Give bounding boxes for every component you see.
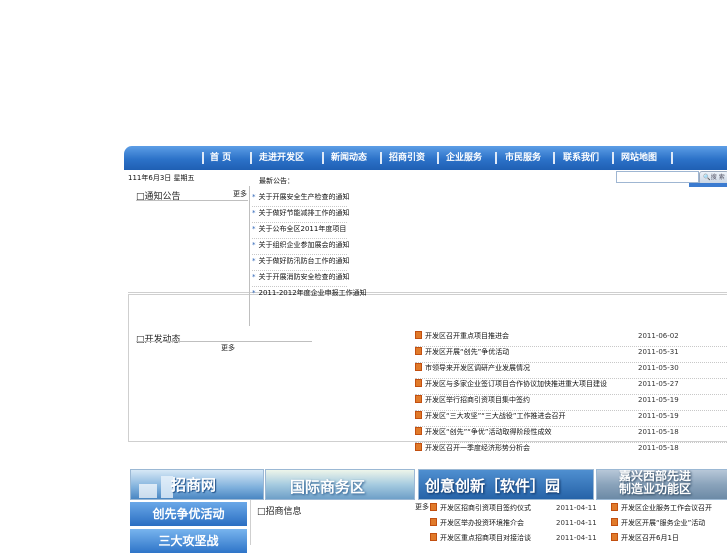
- table-row[interactable]: 市领导来开发区调研产业发展情况 2011-05-30: [415, 363, 727, 379]
- nav-separator: [380, 152, 382, 164]
- divider: [136, 341, 312, 342]
- doc-icon: [415, 411, 422, 419]
- doc-icon: [415, 347, 422, 355]
- building-graphic: [139, 484, 157, 498]
- nav-separator: [437, 152, 439, 164]
- list-item[interactable]: * 关于组织企业参加展会的通知: [252, 239, 350, 255]
- nav-separator: [202, 152, 204, 164]
- nav-enterprise-service[interactable]: 企业服务: [446, 146, 482, 170]
- doc-icon: [430, 518, 437, 526]
- nav-contact[interactable]: 联系我们: [563, 146, 599, 170]
- nav-home[interactable]: 首 页: [210, 146, 231, 170]
- divider: [250, 500, 251, 545]
- nav-separator: [553, 152, 555, 164]
- doc-icon: [415, 395, 422, 403]
- list-item[interactable]: * 关于开展消防安全检查的通知: [252, 271, 350, 287]
- nav-separator: [612, 152, 614, 164]
- nav-investment[interactable]: 招商引资: [389, 146, 425, 170]
- notice-list: * 关于开展安全生产检查的通知 * 关于做好节能减排工作的通知 * 关于公布全区201…: [252, 191, 367, 302]
- bullet-star-icon: *: [252, 289, 256, 297]
- nav-citizen-service[interactable]: 市民服务: [505, 146, 541, 170]
- news-list: 开发区召开重点项目推进会 2011-06-02 开发区开展“创先”争优活动 2011…: [415, 331, 727, 458]
- doc-icon: [415, 427, 422, 435]
- doc-icon: [611, 503, 618, 511]
- table-row[interactable]: 开发区召开一季度经济形势分析会 2011-05-18: [415, 443, 727, 458]
- list-item[interactable]: * 关于做好节能减排工作的通知: [252, 207, 350, 223]
- divider: [249, 186, 250, 326]
- banner-business-district[interactable]: 国际商务区: [265, 469, 415, 500]
- table-row[interactable]: 开发区“创先”“争优”活动取得阶段性成效 2011-05-18: [415, 427, 727, 443]
- main-nav-bar: 首 页 走进开发区 新闻动态 招商引资 企业服务 市民服务 联系我们 网站地图: [124, 146, 727, 170]
- date-line: 111年6月3日 星期五: [128, 174, 195, 182]
- list-item[interactable]: 开发区企业服务工作会议召开: [611, 503, 727, 518]
- table-row[interactable]: 开发区召开重点项目推进会 2011-06-02: [415, 331, 727, 347]
- nav-sitemap[interactable]: 网站地图: [621, 146, 657, 170]
- bullet-star-icon: *: [252, 273, 256, 281]
- search-input[interactable]: [616, 171, 699, 183]
- notice-more-link[interactable]: 更多: [233, 189, 247, 199]
- nav-about-zone[interactable]: 走进开发区: [259, 146, 304, 170]
- list-item[interactable]: 开发区召开6月1日: [611, 533, 727, 548]
- doc-icon: [611, 533, 618, 541]
- divider: [136, 200, 248, 201]
- bullet-star-icon: *: [252, 257, 256, 265]
- bullet-star-icon: *: [252, 193, 256, 201]
- investment-section-title: □招商信息: [257, 507, 302, 517]
- list-item[interactable]: * 2011-2012年度企业申报工作通知: [252, 287, 367, 302]
- table-row[interactable]: 开发区与多家企业签订项目合作协议加快推进重大项目建设 2011-05-27: [415, 379, 727, 395]
- investment-list: 开发区招商引资项目签约仪式 2011-04-11 开发区举办投资环境推介会 2011…: [430, 503, 610, 548]
- side-banner-battles[interactable]: 三大攻坚战: [130, 529, 247, 553]
- service-list: 开发区企业服务工作会议召开 开发区开展“服务企业”活动 开发区召开6月1日: [611, 503, 727, 548]
- doc-icon: [415, 379, 422, 387]
- table-row[interactable]: 开发区举行招商引资项目集中签约 2011-05-19: [415, 395, 727, 411]
- list-item[interactable]: * 关于公布全区2011年度项目: [252, 223, 347, 239]
- list-item[interactable]: * 关于开展安全生产检查的通知: [252, 191, 350, 207]
- notice-list-header: 最新公告：: [259, 177, 294, 185]
- nav-separator: [322, 152, 324, 164]
- bullet-star-icon: *: [252, 209, 256, 217]
- side-banner-campaign[interactable]: 创先争优活动: [130, 502, 247, 526]
- nav-separator: [671, 152, 673, 164]
- doc-icon: [415, 443, 422, 451]
- table-row[interactable]: 开发区举办投资环境推介会 2011-04-11: [430, 518, 610, 533]
- banner-software-park[interactable]: 创意创新［软件］园: [418, 469, 594, 500]
- doc-icon: [415, 363, 422, 371]
- investment-more-link[interactable]: 更多: [415, 502, 429, 512]
- nav-separator: [250, 152, 252, 164]
- doc-icon: [430, 503, 437, 511]
- doc-icon: [430, 533, 437, 541]
- banner-manufacturing-zone[interactable]: 嘉兴西部先进 制造业功能区: [596, 469, 727, 500]
- table-row[interactable]: 开发区开展“创先”争优活动 2011-05-31: [415, 347, 727, 363]
- doc-icon: [415, 331, 422, 339]
- nav-news[interactable]: 新闻动态: [331, 146, 367, 170]
- search-icon: 🔍: [703, 174, 711, 181]
- table-row[interactable]: 开发区招商引资项目签约仪式 2011-04-11: [430, 503, 610, 518]
- list-item[interactable]: 开发区开展“服务企业”活动: [611, 518, 727, 533]
- news-section-title: □开发动态: [136, 335, 181, 345]
- list-item[interactable]: * 关于做好防汛防台工作的通知: [252, 255, 350, 271]
- news-more-link[interactable]: 更多: [221, 343, 235, 353]
- table-row[interactable]: 开发区重点招商项目对接洽谈 2011-04-11: [430, 533, 610, 548]
- nav-separator: [495, 152, 497, 164]
- bullet-star-icon: *: [252, 225, 256, 233]
- bullet-star-icon: *: [252, 241, 256, 249]
- doc-icon: [611, 518, 618, 526]
- table-row[interactable]: 开发区“三大攻坚”“三大战役”工作推进会召开 2011-05-19: [415, 411, 727, 427]
- banner-investment-site[interactable]: 招商网: [130, 469, 264, 500]
